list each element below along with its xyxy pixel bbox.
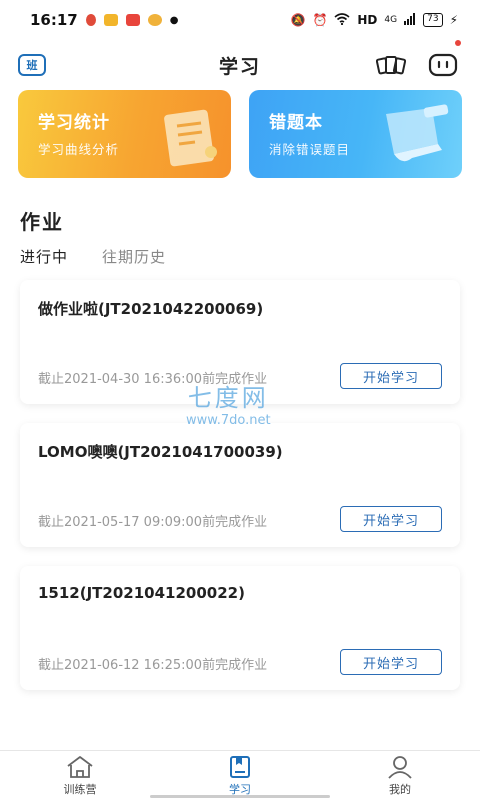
profile-icon	[388, 755, 412, 779]
notebook-icon	[372, 102, 456, 172]
section-title: 作业	[20, 210, 64, 234]
more-dot-icon: ●	[169, 14, 179, 26]
homework-tabs: 进行中 往期历史	[20, 246, 166, 267]
watermark-url: www.7do.net	[186, 413, 271, 428]
alarm-icon: ⏰	[312, 13, 328, 27]
tab-history[interactable]: 往期历史	[102, 246, 166, 267]
weibo-icon	[147, 14, 162, 26]
network-label: HD	[357, 13, 378, 27]
watermark: 七度网 www.7do.net	[186, 378, 271, 428]
feature-cards: 学习统计 学习曲线分析 错题本 消除错误题目	[18, 90, 462, 178]
homework-card[interactable]: 1512(JT2021041200022) 截止2021-06-12 16:25…	[20, 566, 460, 690]
signal-label: 4G	[384, 15, 398, 25]
homework-title: LOMO噢噢(JT2021041700039)	[38, 443, 283, 461]
home-icon	[67, 755, 93, 778]
status-time: 16:17	[30, 11, 78, 29]
page-title: 学习	[218, 55, 261, 78]
mute-icon: 🔕	[290, 13, 306, 27]
watermark-text: 七度网	[187, 384, 269, 412]
wrong-questions-card[interactable]: 错题本 消除错误题目	[249, 90, 462, 178]
class-button[interactable]: 班	[18, 54, 46, 76]
tab-in-progress[interactable]: 进行中	[20, 246, 68, 267]
start-study-button[interactable]: 开始学习	[340, 649, 442, 675]
bottom-nav: 训练营 学习 我的	[0, 750, 480, 800]
charging-icon: ⚡	[449, 13, 458, 27]
homework-list: 做作业啦(JT2021042200069) 截止2021-04-30 16:36…	[20, 280, 460, 709]
homework-title: 做作业啦(JT2021042200069)	[38, 300, 264, 318]
flashcards-icon[interactable]	[375, 52, 407, 78]
nav-item-study[interactable]: 学习	[160, 751, 320, 800]
notification-icon	[103, 14, 118, 26]
notification-icon	[125, 14, 140, 26]
nav-label: 我的	[389, 782, 411, 796]
homework-card[interactable]: LOMO噢噢(JT2021041700039) 截止2021-05-17 09:…	[20, 423, 460, 547]
signal-icon	[404, 12, 416, 28]
battery-icon: 73	[423, 13, 443, 27]
study-icon	[230, 755, 250, 778]
nav-label: 训练营	[63, 782, 97, 796]
app-header: 班 学习	[0, 40, 480, 90]
start-study-button[interactable]: 开始学习	[340, 506, 442, 532]
status-bar: 16:17 ● 🔕 ⏰ HD 4G 73 ⚡	[0, 0, 480, 40]
wifi-icon	[334, 12, 350, 28]
homework-deadline: 截止2021-06-12 16:25:00前完成作业	[38, 658, 268, 673]
start-study-button[interactable]: 开始学习	[340, 363, 442, 389]
message-icon[interactable]	[428, 52, 458, 78]
homework-deadline: 截止2021-05-17 09:09:00前完成作业	[38, 515, 268, 530]
notification-icon	[85, 14, 96, 26]
nav-item-training[interactable]: 训练营	[0, 751, 160, 800]
study-stats-card[interactable]: 学习统计 学习曲线分析	[18, 90, 231, 178]
unread-badge	[455, 40, 461, 46]
homework-title: 1512(JT2021041200022)	[38, 584, 245, 602]
nav-item-profile[interactable]: 我的	[320, 751, 480, 800]
clipboard-icon	[155, 106, 225, 172]
home-indicator	[150, 795, 330, 798]
